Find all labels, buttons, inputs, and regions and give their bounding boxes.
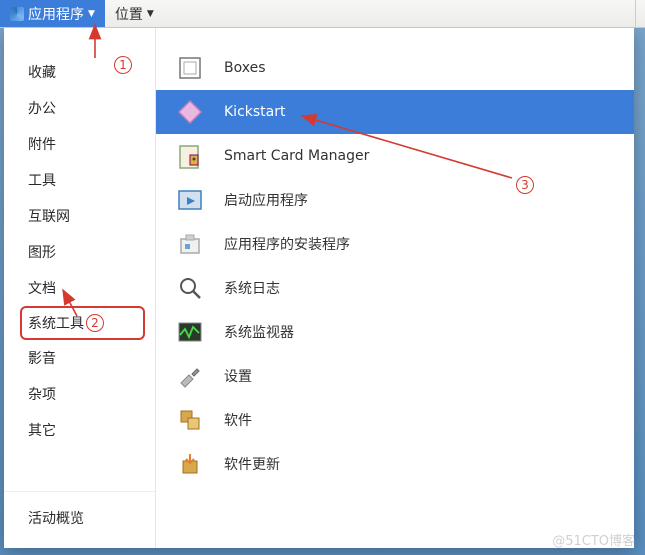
sidebar-spacer	[4, 448, 155, 491]
app-label: Kickstart	[224, 104, 285, 120]
app-label: Smart Card Manager	[224, 148, 369, 164]
app-label: 应用程序的安装程序	[224, 234, 350, 254]
sidebar-item-favorites[interactable]: 收藏	[4, 54, 155, 90]
system-monitor-icon	[176, 318, 204, 346]
app-label: 设置	[224, 366, 252, 386]
software-update-icon	[176, 450, 204, 478]
menu-places[interactable]: 位置 ▼	[105, 0, 164, 27]
sidebar-item-other[interactable]: 其它	[4, 412, 155, 448]
smartcard-icon	[176, 142, 204, 170]
sidebar-item-accessories[interactable]: 附件	[4, 126, 155, 162]
category-sidebar: 收藏 办公 附件 工具 互联网 图形 文档 系统工具 影音 杂项 其它 活动概览	[4, 28, 156, 548]
menu-apps[interactable]: 应用程序 ▼	[0, 0, 105, 27]
app-label: 启动应用程序	[224, 190, 308, 210]
sidebar-item-misc[interactable]: 杂项	[4, 376, 155, 412]
apps-list: Boxes Kickstart Smart Card Manager 启动应用程…	[156, 28, 634, 548]
app-smartcard[interactable]: Smart Card Manager	[156, 134, 634, 178]
menubar-spacer	[164, 0, 635, 27]
software-icon	[176, 406, 204, 434]
app-boxes[interactable]: Boxes	[156, 46, 634, 90]
app-settings[interactable]: 设置	[156, 354, 634, 398]
menu-apps-label: 应用程序	[28, 4, 84, 24]
app-system-monitor[interactable]: 系统监视器	[156, 310, 634, 354]
sidebar-item-office[interactable]: 办公	[4, 90, 155, 126]
kickstart-icon	[176, 98, 204, 126]
sidebar-item-documents[interactable]: 文档	[4, 270, 155, 306]
app-installer-icon	[176, 230, 204, 258]
settings-icon	[176, 362, 204, 390]
system-log-icon	[176, 274, 204, 302]
boxes-icon	[176, 54, 204, 82]
applications-menu-panel: 收藏 办公 附件 工具 互联网 图形 文档 系统工具 影音 杂项 其它 活动概览…	[4, 28, 634, 548]
startup-apps-icon	[176, 186, 204, 214]
app-software-update[interactable]: 软件更新	[156, 442, 634, 486]
app-label: 系统监视器	[224, 322, 294, 342]
chevron-down-icon: ▼	[147, 9, 154, 19]
menubar: 应用程序 ▼ 位置 ▼	[0, 0, 645, 28]
apps-logo-icon	[10, 7, 24, 21]
app-startup-apps[interactable]: 启动应用程序	[156, 178, 634, 222]
app-label: 系统日志	[224, 278, 280, 298]
menubar-right-edge	[635, 0, 645, 27]
sidebar-item-multimedia[interactable]: 影音	[4, 340, 155, 376]
app-kickstart[interactable]: Kickstart	[156, 90, 634, 134]
app-installer[interactable]: 应用程序的安装程序	[156, 222, 634, 266]
app-label: 软件	[224, 410, 252, 430]
sidebar-item-utilities[interactable]: 工具	[4, 162, 155, 198]
app-system-log[interactable]: 系统日志	[156, 266, 634, 310]
app-software[interactable]: 软件	[156, 398, 634, 442]
app-label: 软件更新	[224, 454, 280, 474]
chevron-down-icon: ▼	[88, 9, 95, 19]
app-label: Boxes	[224, 60, 266, 76]
menu-places-label: 位置	[115, 4, 143, 24]
sidebar-item-internet[interactable]: 互联网	[4, 198, 155, 234]
sidebar-item-graphics[interactable]: 图形	[4, 234, 155, 270]
activities-overview[interactable]: 活动概览	[4, 491, 155, 548]
sidebar-item-system-tools[interactable]: 系统工具	[20, 306, 145, 340]
